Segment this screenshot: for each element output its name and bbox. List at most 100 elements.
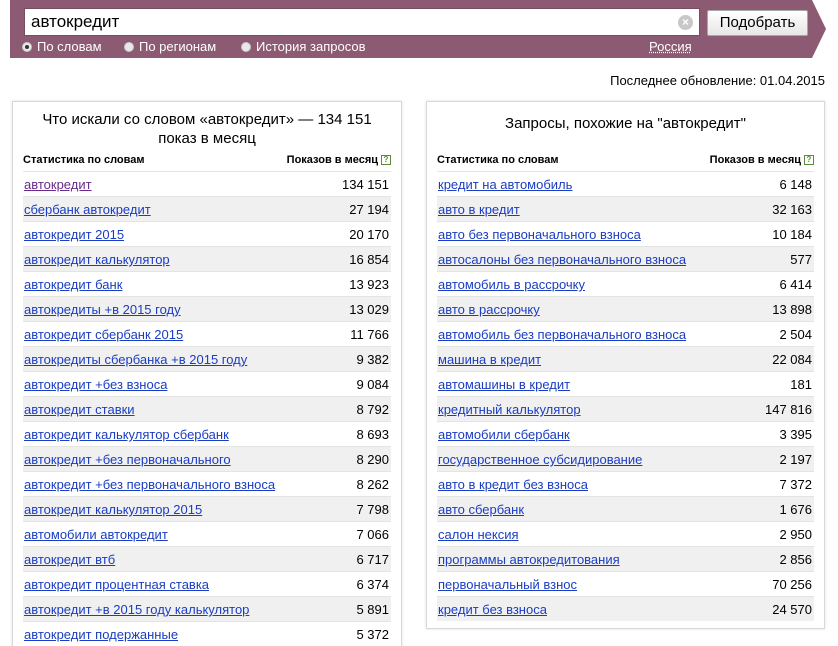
last-update: Последнее обновление: 01.04.2015 — [610, 73, 825, 88]
impressions-count: 6 717 — [356, 552, 389, 567]
query-link[interactable]: автокредит 2015 — [24, 227, 124, 242]
table-row: автомобили сбербанк 3 395 — [437, 421, 814, 446]
table-row: кредит без взноса 24 570 — [437, 596, 814, 621]
table-row: салон нексия 2 950 — [437, 521, 814, 546]
table-row: кредит на автомобиль 6 148 — [437, 171, 814, 196]
impressions-count: 5 372 — [356, 627, 389, 642]
right-table: кредит на автомобиль 6 148 авто в кредит 32… — [437, 171, 814, 621]
table-row: программы автокредитования 2 856 — [437, 546, 814, 571]
query-link[interactable]: сбербанк автокредит — [24, 202, 151, 217]
column-query-header: Статистика по словам — [23, 154, 145, 166]
column-count-label: Показов в месяц — [286, 154, 378, 166]
query-link[interactable]: автокредит банк — [24, 277, 122, 292]
query-link[interactable]: авто в кредит без взноса — [438, 477, 588, 492]
table-row: автокредит +без первоначального взноса 8 … — [23, 471, 391, 496]
query-link[interactable]: машина в кредит — [438, 352, 541, 367]
query-link[interactable]: автокредит сбербанк 2015 — [24, 327, 183, 342]
table-row: авто в кредит без взноса 7 372 — [437, 471, 814, 496]
impressions-count: 22 084 — [772, 352, 812, 367]
table-row: автокредит процентная ставка 6 374 — [23, 571, 391, 596]
table-row: автомобиль без первоначального взноса 2 5… — [437, 321, 814, 346]
table-row: автокредит банк 13 923 — [23, 271, 391, 296]
impressions-count: 2 950 — [779, 527, 812, 542]
help-icon[interactable]: ? — [381, 155, 391, 165]
query-link[interactable]: автокредит калькулятор 2015 — [24, 502, 202, 517]
query-link[interactable]: автомашины в кредит — [438, 377, 570, 392]
right-column-headers: Статистика по словам Показов в месяц ? — [437, 154, 814, 170]
clear-icon[interactable]: × — [678, 15, 693, 30]
query-link[interactable]: автомобили сбербанк — [438, 427, 570, 442]
column-count-label: Показов в месяц — [709, 154, 801, 166]
query-link[interactable]: автокредит подержанные — [24, 627, 178, 642]
impressions-count: 2 856 — [779, 552, 812, 567]
query-link[interactable]: авто в кредит — [438, 202, 520, 217]
query-link[interactable]: автокредиты сбербанка +в 2015 году — [24, 352, 247, 367]
query-link[interactable]: программы автокредитования — [438, 552, 620, 567]
impressions-count: 8 262 — [356, 477, 389, 492]
table-row: автокредит 2015 20 170 — [23, 221, 391, 246]
table-row: автосалоны без первоначального взноса 577 — [437, 246, 814, 271]
impressions-count: 7 066 — [356, 527, 389, 542]
query-link[interactable]: автокредит ставки — [24, 402, 135, 417]
column-query-header: Статистика по словам — [437, 154, 559, 166]
impressions-count: 1 676 — [779, 502, 812, 517]
query-link[interactable]: авто в рассрочку — [438, 302, 540, 317]
table-row: авто сбербанк 1 676 — [437, 496, 814, 521]
query-link[interactable]: автокредит процентная ставка — [24, 577, 209, 592]
impressions-count: 16 854 — [349, 252, 389, 267]
table-row: авто в кредит 32 163 — [437, 196, 814, 221]
impressions-count: 5 891 — [356, 602, 389, 617]
query-link[interactable]: кредит без взноса — [438, 602, 547, 617]
query-link[interactable]: автокредит калькулятор — [24, 252, 170, 267]
impressions-count: 8 290 — [356, 452, 389, 467]
radio-by-words[interactable]: По словам — [22, 39, 102, 54]
impressions-count: 8 693 — [356, 427, 389, 442]
impressions-count: 9 084 — [356, 377, 389, 392]
query-link[interactable]: первоначальный взнос — [438, 577, 577, 592]
query-link[interactable]: авто сбербанк — [438, 502, 524, 517]
query-link[interactable]: автокредит +без первоначального — [24, 452, 231, 467]
help-icon[interactable]: ? — [804, 155, 814, 165]
table-row: автокредит втб 6 717 — [23, 546, 391, 571]
impressions-count: 32 163 — [772, 202, 812, 217]
query-link[interactable]: автокредиты +в 2015 году — [24, 302, 181, 317]
impressions-count: 577 — [790, 252, 812, 267]
query-link[interactable]: салон нексия — [438, 527, 519, 542]
impressions-count: 13 923 — [349, 277, 389, 292]
query-link[interactable]: автокредит втб — [24, 552, 115, 567]
radio-by-regions[interactable]: По регионам — [124, 39, 216, 54]
impressions-count: 6 414 — [779, 277, 812, 292]
query-link[interactable]: автомобили автокредит — [24, 527, 168, 542]
query-link[interactable]: автокредит +в 2015 году калькулятор — [24, 602, 249, 617]
submit-button[interactable]: Подобрать — [707, 10, 808, 36]
table-row: автомобиль в рассрочку 6 414 — [437, 271, 814, 296]
query-link[interactable]: автокредит — [24, 177, 92, 192]
right-panel-title: Запросы, похожие на "автокредит" — [505, 115, 746, 132]
query-link[interactable]: кредитный калькулятор — [438, 402, 581, 417]
impressions-count: 9 382 — [356, 352, 389, 367]
search-input[interactable] — [29, 11, 669, 33]
left-table: автокредит 134 151 сбербанк автокредит 27 1… — [23, 171, 391, 646]
table-row: авто без первоначального взноса 10 184 — [437, 221, 814, 246]
table-row: автокредиты +в 2015 году 13 029 — [23, 296, 391, 321]
impressions-count: 147 816 — [765, 402, 812, 417]
query-link[interactable]: государственное субсидирование — [438, 452, 642, 467]
radio-query-history[interactable]: История запросов — [241, 39, 366, 54]
table-row: автокредит ставки 8 792 — [23, 396, 391, 421]
radio-unchecked-icon — [241, 41, 251, 52]
query-link[interactable]: автосалоны без первоначального взноса — [438, 252, 686, 267]
table-row: кредитный калькулятор 147 816 — [437, 396, 814, 421]
search-field-wrap: × — [24, 8, 700, 36]
impressions-count: 181 — [790, 377, 812, 392]
query-link[interactable]: автомобиль без первоначального взноса — [438, 327, 686, 342]
query-link[interactable]: автокредит калькулятор сбербанк — [24, 427, 229, 442]
query-link[interactable]: автокредит +без взноса — [24, 377, 167, 392]
query-link[interactable]: автомобиль в рассрочку — [438, 277, 585, 292]
query-link[interactable]: кредит на автомобиль — [438, 177, 572, 192]
table-row: автокредит калькулятор 16 854 — [23, 246, 391, 271]
region-link[interactable]: Россия — [649, 39, 692, 54]
query-link[interactable]: авто без первоначального взноса — [438, 227, 641, 242]
impressions-count: 7 798 — [356, 502, 389, 517]
query-link[interactable]: автокредит +без первоначального взноса — [24, 477, 275, 492]
table-row: автомобили автокредит 7 066 — [23, 521, 391, 546]
